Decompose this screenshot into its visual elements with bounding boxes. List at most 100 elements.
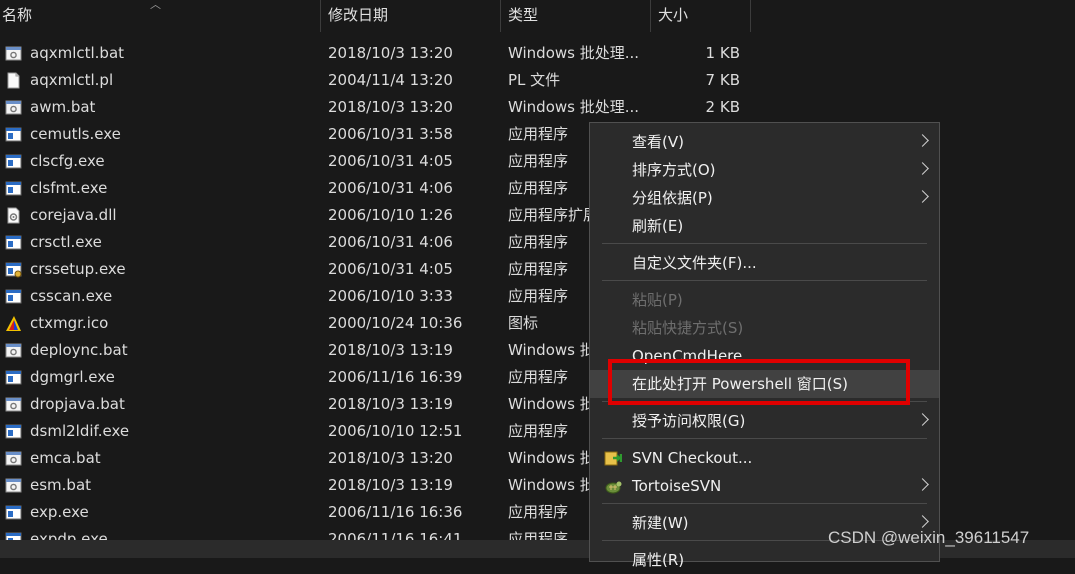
batch-file-icon [5,396,22,413]
menu-item: 粘贴(P) [590,286,939,314]
menu-item[interactable]: 授予访问权限(G) [590,407,939,435]
red-highlight-annotation [608,359,910,405]
file-row[interactable]: awm.bat 2018/10/3 13:20 Windows 批处理... 2 KB [0,94,760,121]
setup-exe-icon [5,261,22,278]
menu-separator [602,280,927,281]
file-name: clscfg.exe [30,152,105,170]
tortoisesvn-icon [604,478,622,495]
menu-separator [602,503,927,504]
column-divider[interactable] [650,0,651,32]
file-date: 2006/10/31 3:58 [328,125,453,143]
file-name: deploync.bat [30,341,128,359]
file-date: 2006/11/16 16:39 [328,368,463,386]
file-size: 7 KB [705,71,740,89]
blank-file-icon [5,72,22,89]
menu-item-label: 新建(W) [632,514,689,532]
column-divider[interactable] [750,0,751,32]
exe-file-icon [5,234,22,251]
chevron-right-icon [916,190,929,203]
watermark: CSDN @weixin_39611547 [828,528,1030,547]
file-name: aqxmlctl.bat [30,44,125,62]
exe-file-icon [5,423,22,440]
chevron-right-icon [916,413,929,426]
file-date: 2006/10/10 12:51 [328,422,463,440]
menu-separator [602,438,927,439]
file-row[interactable]: aqxmlctl.bat 2018/10/3 13:20 Windows 批处理..… [0,40,760,67]
file-date: 2000/10/24 10:36 [328,314,463,332]
menu-item-label: 粘贴快捷方式(S) [632,319,744,337]
menu-item[interactable]: 自定义文件夹(F)... [590,249,939,277]
menu-item: 粘贴快捷方式(S) [590,314,939,342]
file-type: Windows 批处理... [508,98,640,116]
exe-file-icon [5,153,22,170]
dll-file-icon [5,207,22,224]
file-name: ctxmgr.ico [30,314,109,332]
menu-item[interactable]: 排序方式(O) [590,156,939,184]
file-name: dropjava.bat [30,395,125,413]
file-name: exp.exe [30,503,89,521]
file-name: csscan.exe [30,287,113,305]
column-date[interactable]: 修改日期 [326,0,500,32]
menu-item[interactable]: 查看(V) [590,128,939,156]
batch-file-icon [5,45,22,62]
file-name: dgmgrl.exe [30,368,115,386]
file-name: crsctl.exe [30,233,102,251]
chevron-right-icon [916,478,929,491]
file-name: crssetup.exe [30,260,126,278]
exe-file-icon [5,369,22,386]
file-size: 2 KB [705,98,740,116]
batch-file-icon [5,342,22,359]
file-type: Windows 批处理... [508,44,640,62]
file-name: awm.bat [30,98,96,116]
column-divider[interactable] [320,0,321,32]
file-date: 2006/10/31 4:05 [328,152,453,170]
file-name: corejava.dll [30,206,117,224]
file-date: 2018/10/3 13:19 [328,476,453,494]
exe-file-icon [5,126,22,143]
menu-item-label: 查看(V) [632,133,684,151]
svn-checkout-icon [604,450,623,467]
exe-file-icon [5,504,22,521]
column-size[interactable]: 大小 [656,0,750,32]
menu-item[interactable]: 刷新(E) [590,212,939,240]
file-date: 2006/10/31 4:05 [328,260,453,278]
file-size: 1 KB [705,44,740,62]
batch-file-icon [5,477,22,494]
ico-file-icon [5,315,22,332]
file-row[interactable]: aqxmlctl.pl 2004/11/4 13:20 PL 文件 7 KB [0,67,760,94]
file-name: esm.bat [30,476,92,494]
menu-item-label: 属性(R) [632,551,685,569]
menu-item[interactable]: 属性(R) [590,546,939,574]
column-type[interactable]: 类型 [506,0,650,32]
file-name: aqxmlctl.pl [30,71,114,89]
sort-up-icon: ︿ [150,0,161,11]
file-date: 2006/10/10 1:26 [328,206,453,224]
menu-item-label: SVN Checkout... [632,449,753,467]
file-date: 2006/10/10 3:33 [328,287,453,305]
file-date: 2018/10/3 13:20 [328,98,453,116]
file-name: dsml2ldif.exe [30,422,130,440]
column-divider[interactable] [500,0,501,32]
file-date: 2004/11/4 13:20 [328,71,453,89]
file-name: emca.bat [30,449,101,467]
menu-item[interactable]: SVN Checkout... [590,444,939,472]
menu-item-label: TortoiseSVN [632,477,722,495]
context-menu: 查看(V) 排序方式(O) 分组依据(P) 刷新(E) 自定义文件夹(F)... 粘贴(P… [589,122,940,569]
file-date: 2018/10/3 13:20 [328,449,453,467]
menu-item-label: 自定义文件夹(F)... [632,254,757,272]
file-date: 2018/10/3 13:20 [328,44,453,62]
menu-item[interactable]: 分组依据(P) [590,184,939,212]
file-date: 2006/10/31 4:06 [328,179,453,197]
chevron-right-icon [916,515,929,528]
file-date: 2018/10/3 13:19 [328,395,453,413]
file-type: PL 文件 [508,71,561,89]
menu-separator [602,243,927,244]
file-date: 2006/10/31 4:06 [328,233,453,251]
menu-item-label: 分组依据(P) [632,189,713,207]
menu-item-label: 授予访问权限(G) [632,412,746,430]
menu-item[interactable]: TortoiseSVN [590,472,939,500]
file-date: 2018/10/3 13:19 [328,341,453,359]
file-name: clsfmt.exe [30,179,108,197]
chevron-right-icon [916,162,929,175]
file-date: 2006/11/16 16:36 [328,503,463,521]
